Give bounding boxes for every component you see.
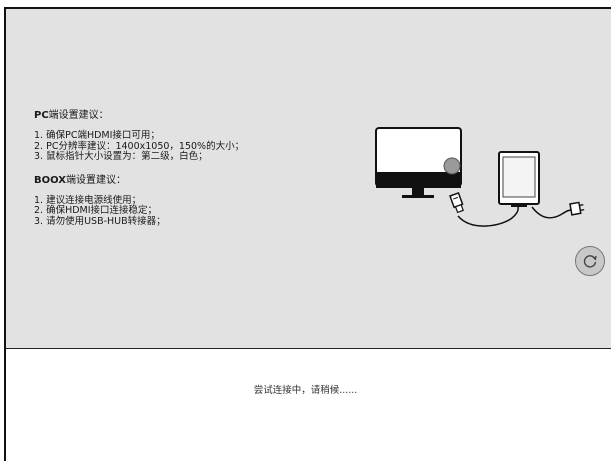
monitor-to-ereader-icon [375, 127, 585, 227]
boox-settings-list: 1. 建议连接电源线使用； 2. 确保HDMI接口连接稳定； 3. 请勿使用US… [34, 195, 334, 228]
pc-settings-section: PC端设置建议： 1. 确保PC端HDMI接口可用； 2. PC分辨率建议：14… [34, 110, 334, 163]
boox-title-bold: BOOX [34, 174, 66, 186]
connection-illustration [372, 122, 592, 236]
pc-title-rest: 端设置建议： [48, 110, 109, 121]
pc-setting-item: 1. 确保PC端HDMI接口可用； [34, 130, 160, 141]
setup-instructions: PC端设置建议： 1. 确保PC端HDMI接口可用； 2. PC分辨率建议：14… [34, 110, 334, 227]
pc-settings-list: 1. 确保PC端HDMI接口可用； 2. PC分辨率建议：1400x1050，1… [34, 130, 334, 163]
boox-settings-section: BOOX端设置建议： 1. 建议连接电源线使用； 2. 确保HDMI接口连接稳定… [34, 175, 334, 228]
boox-settings-title: BOOX端设置建议： [34, 175, 334, 186]
refresh-button[interactable] [575, 246, 605, 276]
refresh-icon [583, 255, 597, 268]
boox-setting-item: 2. 确保HDMI接口连接稳定； [34, 205, 158, 216]
boox-title-rest: 端设置建议： [65, 174, 126, 186]
pc-setting-item: 3. 鼠标指针大小设置为：第二级，白色； [34, 151, 208, 162]
pc-settings-title: PC端设置建议： [34, 110, 334, 121]
connection-status-text: 尝试连接中，请稍候...... [253, 385, 358, 396]
boox-setting-item: 3. 请勿使用USB-HUB转接器； [34, 215, 166, 227]
pc-title-bold: PC [34, 110, 49, 121]
